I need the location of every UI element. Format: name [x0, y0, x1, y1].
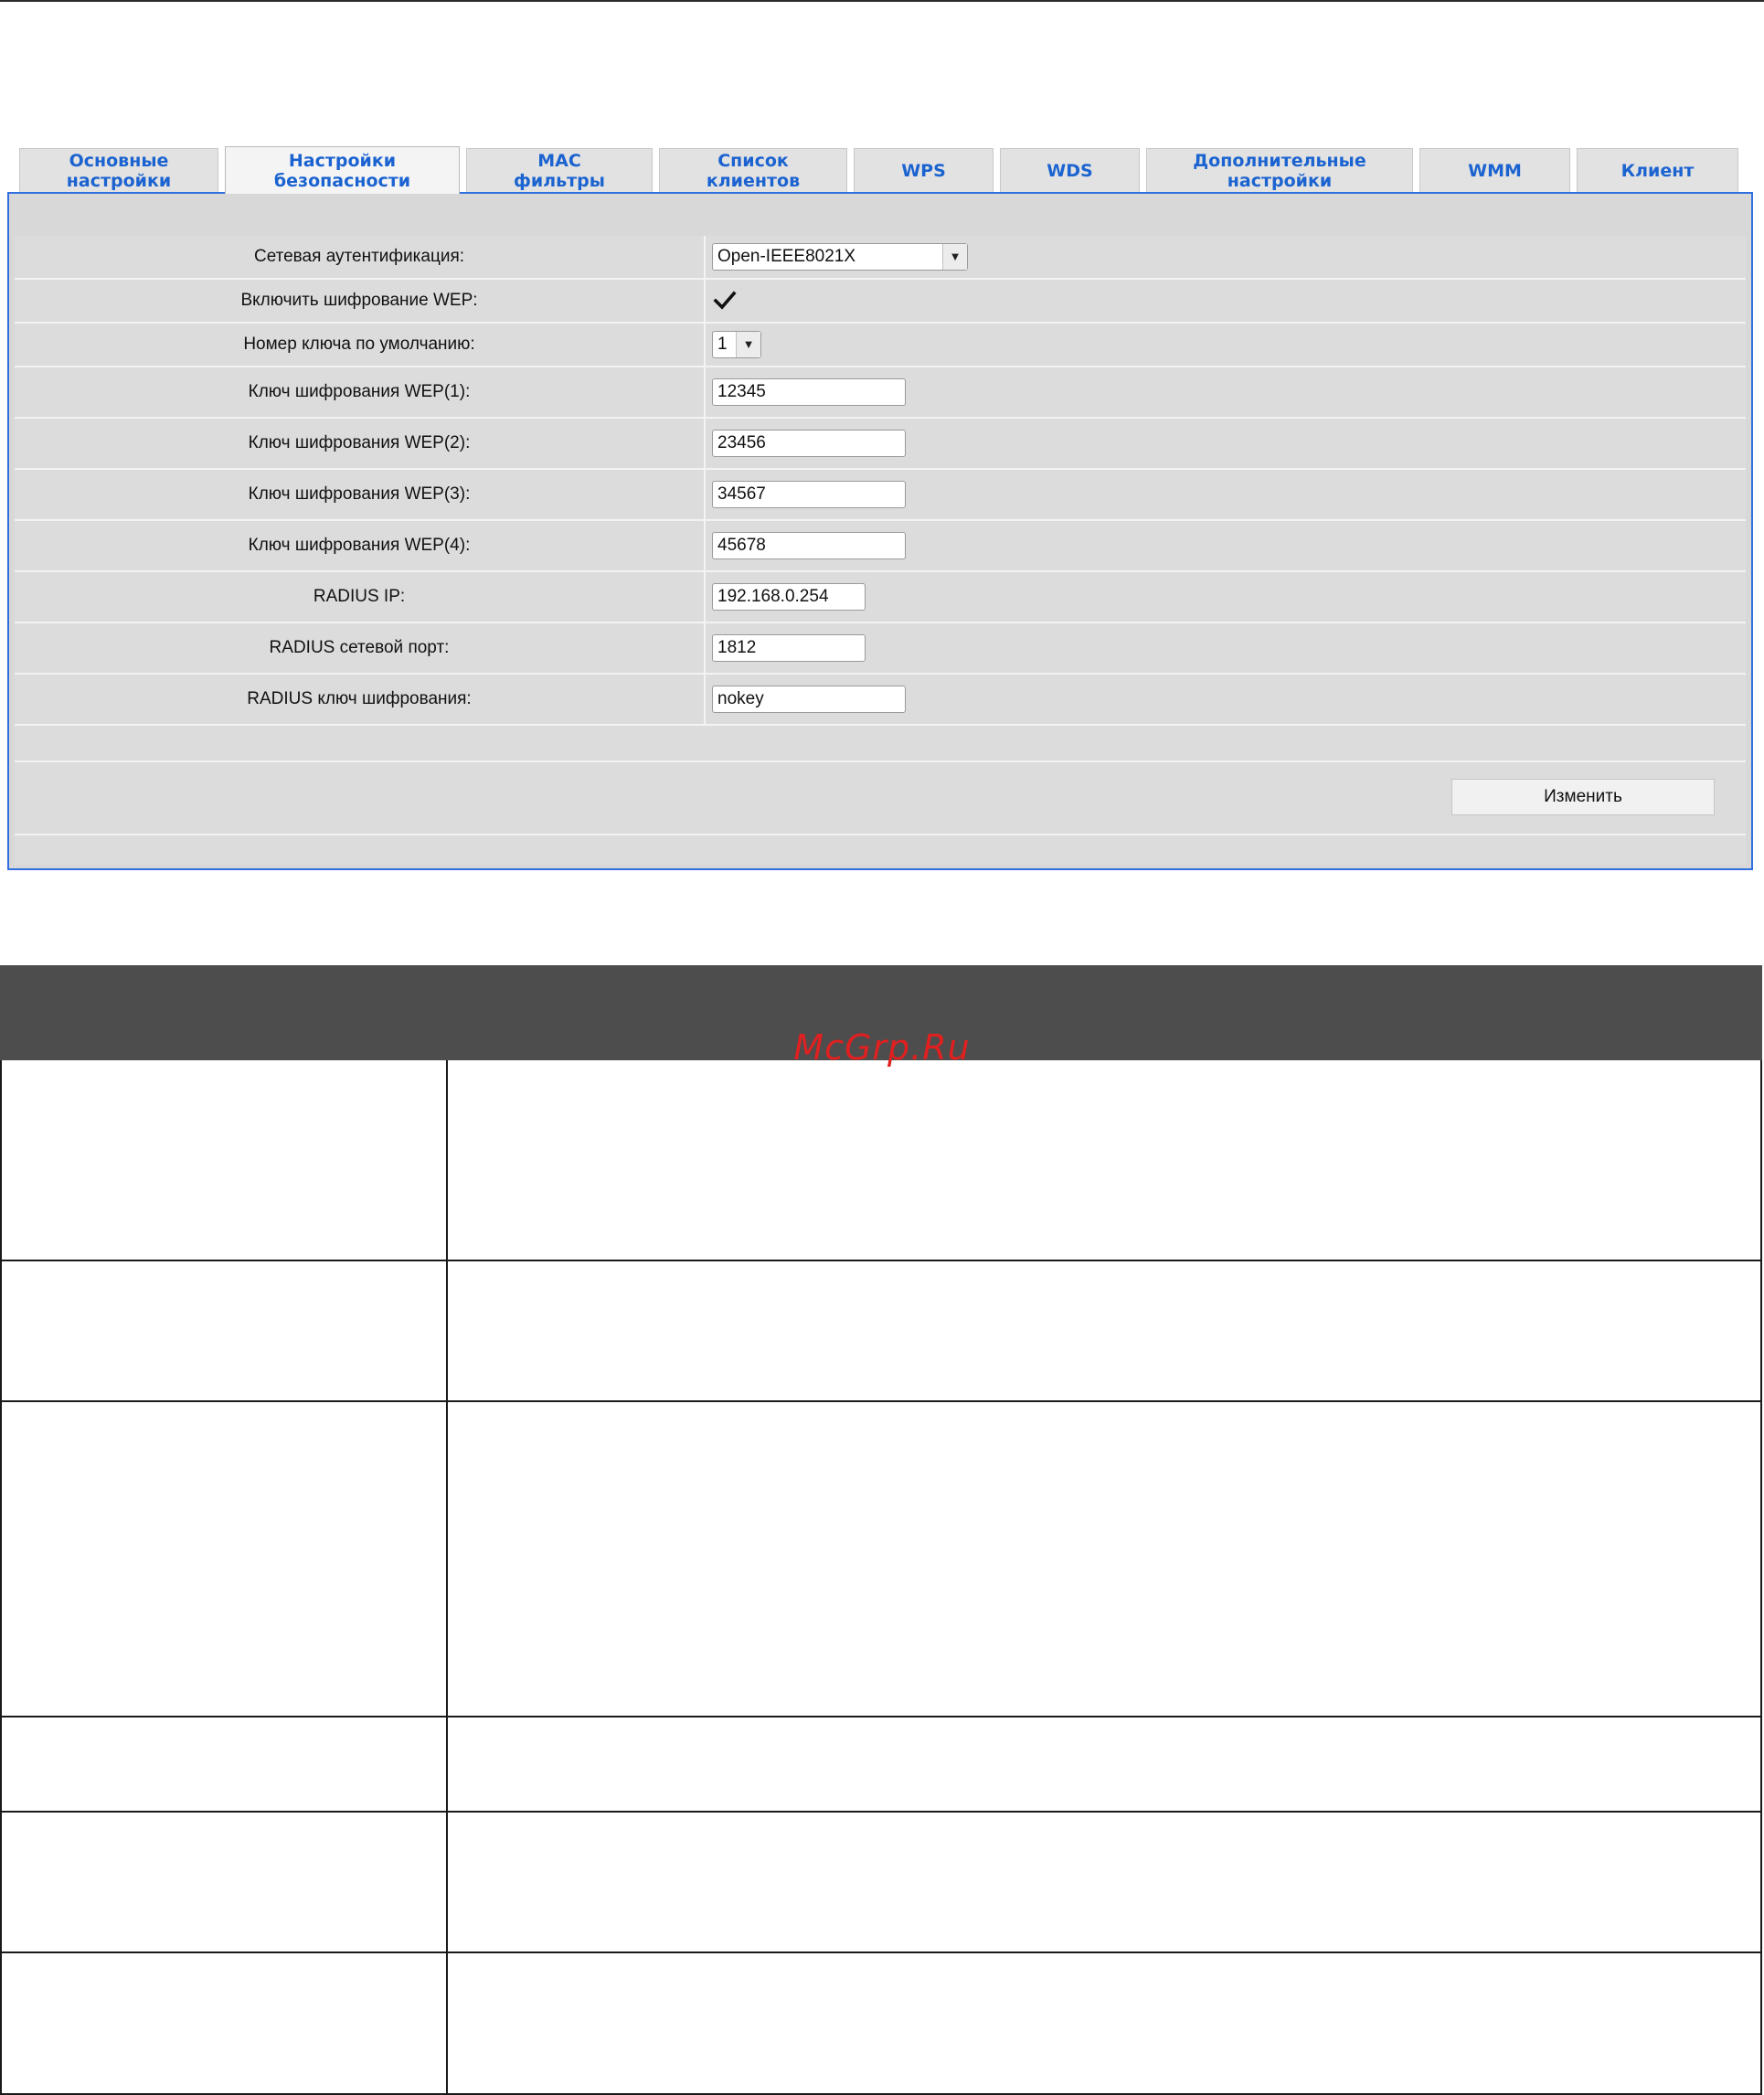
panel-bottom-band [15, 835, 1746, 865]
tab-wmm[interactable]: WMM [1419, 148, 1570, 192]
security-settings-panel: Сетевая аутентификация: Open-IEEE8021X ▼… [7, 192, 1753, 870]
wep3-input[interactable]: 34567 [712, 481, 906, 508]
table-cell [0, 1953, 448, 2093]
tab-basic-settings[interactable]: Основные настройки [19, 148, 218, 192]
wep1-label: Ключ шифрования WEP(1): [15, 367, 706, 417]
table-row [0, 1717, 1762, 1813]
wep3-row: Ключ шифрования WEP(3): 34567 [15, 470, 1746, 521]
wep2-label: Ключ шифрования WEP(2): [15, 419, 706, 468]
default-key-value: 1 [717, 335, 728, 354]
radius-port-input[interactable]: 1812 [712, 634, 866, 662]
wep4-row: Ключ шифрования WEP(4): 45678 [15, 521, 1746, 572]
auth-select[interactable]: Open-IEEE8021X ▼ [712, 243, 968, 271]
auth-row: Сетевая аутентификация: Open-IEEE8021X ▼ [15, 236, 1746, 280]
table-row [0, 1402, 1762, 1717]
tab-wds[interactable]: WDS [1000, 148, 1140, 192]
default-key-select[interactable]: 1 ▼ [712, 331, 761, 358]
tab-client-list[interactable]: Список клиентов [659, 148, 847, 192]
default-key-label: Номер ключа по умолчанию: [15, 324, 706, 366]
table-row [0, 1813, 1762, 1953]
tab-client[interactable]: Клиент [1577, 148, 1738, 192]
wep-enable-checkbox[interactable] [713, 289, 737, 313]
table-cell [0, 1717, 448, 1811]
table-cell [0, 1060, 448, 1260]
wep-enable-row: Включить шифрование WEP: [15, 280, 1746, 324]
top-rule [0, 0, 1764, 2]
auth-select-value: Open-IEEE8021X [717, 247, 856, 266]
table-row [0, 1261, 1762, 1402]
wep-enable-label: Включить шифрование WEP: [15, 280, 706, 322]
tab-mac-filters[interactable]: MAC фильтры [466, 148, 653, 192]
wep2-input[interactable]: 23456 [712, 430, 906, 457]
radius-port-label: RADIUS сетевой порт: [15, 623, 706, 673]
wep1-input[interactable]: 12345 [712, 378, 906, 406]
table-cell [0, 1402, 448, 1716]
chevron-down-icon: ▼ [942, 244, 967, 270]
wep2-row: Ключ шифрования WEP(2): 23456 [15, 419, 1746, 470]
table-cell [0, 1261, 448, 1400]
wep1-row: Ключ шифрования WEP(1): 12345 [15, 367, 1746, 419]
auth-label: Сетевая аутентификация: [15, 236, 706, 278]
table-row [0, 1060, 1762, 1261]
default-key-row: Номер ключа по умолчанию: 1 ▼ [15, 324, 1746, 367]
button-band: Изменить [15, 762, 1746, 835]
radius-key-label: RADIUS ключ шифрования: [15, 675, 706, 724]
table-cell [0, 1813, 448, 1951]
radius-ip-label: RADIUS IP: [15, 572, 706, 622]
radius-key-input[interactable]: nokey [712, 686, 906, 713]
table-row [0, 1953, 1762, 2095]
radius-ip-row: RADIUS IP: 192.168.0.254 [15, 572, 1746, 623]
wep4-label: Ключ шифрования WEP(4): [15, 521, 706, 570]
tab-wps[interactable]: WPS [854, 148, 994, 192]
apply-button[interactable]: Изменить [1451, 779, 1715, 815]
chevron-down-icon: ▼ [736, 332, 760, 357]
wep4-input[interactable]: 45678 [712, 532, 906, 559]
tab-advanced-settings[interactable]: Дополнительные настройки [1146, 148, 1413, 192]
wep3-label: Ключ шифрования WEP(3): [15, 470, 706, 519]
tab-security-settings[interactable]: Настройки безопасности [225, 146, 460, 194]
panel-top-band [9, 194, 1751, 230]
radius-port-row: RADIUS сетевой порт: 1812 [15, 623, 1746, 675]
radius-key-row: RADIUS ключ шифрования: nokey [15, 675, 1746, 726]
checkmark-icon [713, 291, 737, 310]
panel-spacer-band [15, 726, 1746, 762]
radius-ip-input[interactable]: 192.168.0.254 [712, 583, 866, 611]
